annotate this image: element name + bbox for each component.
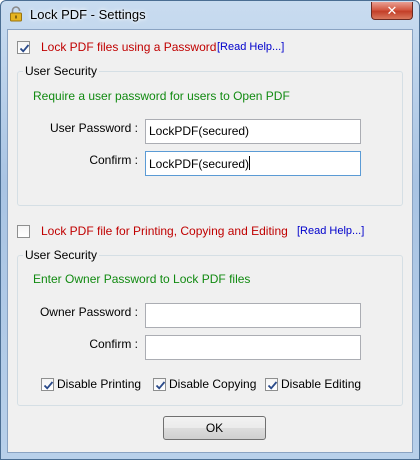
disable-printing-checkbox[interactable]: [41, 378, 54, 391]
checkmark-icon: [19, 44, 30, 53]
window-title: Lock PDF - Settings: [30, 7, 146, 22]
checkmark-icon: [267, 381, 278, 390]
user-security-caption-1: User Security: [23, 64, 100, 78]
disable-copying-label: Disable Copying: [169, 377, 257, 391]
close-icon: ✕: [386, 3, 398, 18]
checkmark-icon: [155, 381, 166, 390]
owner-password-field[interactable]: [145, 303, 361, 328]
lock-permissions-checkbox[interactable]: [17, 225, 30, 238]
lock-with-password-label: Lock PDF files using a Password: [41, 40, 217, 54]
user-confirm-value: LockPDF(secured): [149, 157, 250, 171]
disable-editing-label: Disable Editing: [281, 377, 362, 391]
close-button[interactable]: ✕: [371, 2, 413, 20]
lock-pdf-settings-window: Lock PDF - Settings ✕ Lock PDF files usi…: [0, 0, 420, 460]
user-security-caption-2: User Security: [23, 248, 100, 262]
disable-printing-label: Disable Printing: [57, 377, 142, 391]
owner-password-label: Owner Password :: [39, 305, 138, 319]
ok-button[interactable]: OK: [163, 416, 266, 440]
owner-confirm-field[interactable]: [145, 335, 361, 360]
text-caret: [249, 156, 251, 170]
disable-copying-checkbox[interactable]: [153, 378, 166, 391]
read-help-link-2[interactable]: [Read Help...]: [297, 225, 364, 237]
read-help-link-1[interactable]: [Read Help...]: [217, 41, 284, 53]
owner-confirm-label: Confirm :: [89, 337, 138, 351]
user-confirm-field[interactable]: LockPDF(secured): [145, 151, 361, 176]
lock-with-password-checkbox[interactable]: [17, 41, 30, 54]
user-password-label: User Password :: [49, 121, 138, 135]
padlock-icon: [8, 6, 24, 22]
user-confirm-label: Confirm :: [89, 153, 138, 167]
lock-permissions-label: Lock PDF file for Printing, Copying and …: [41, 224, 288, 238]
user-password-value: LockPDF(secured): [149, 124, 250, 138]
disable-editing-checkbox[interactable]: [265, 378, 278, 391]
title-bar[interactable]: Lock PDF - Settings ✕: [1, 1, 419, 28]
owner-password-note: Enter Owner Password to Lock PDF files: [33, 272, 251, 286]
user-password-field[interactable]: LockPDF(secured): [145, 119, 361, 144]
checkmark-icon: [43, 381, 54, 390]
open-password-note: Require a user password for users to Ope…: [33, 89, 290, 103]
ok-button-label: OK: [205, 421, 224, 435]
dialog-client-area: Lock PDF files using a Password [Read He…: [7, 29, 413, 453]
